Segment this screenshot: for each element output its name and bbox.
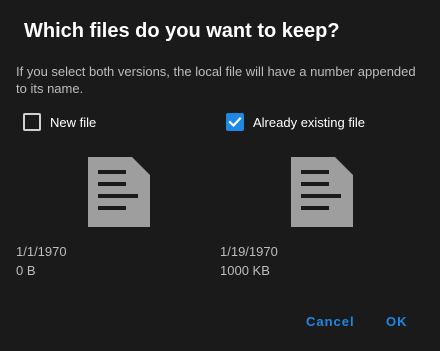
new-file-checkbox[interactable] xyxy=(23,113,41,131)
ok-button[interactable]: OK xyxy=(386,314,408,329)
existing-file-document-icon xyxy=(291,157,353,227)
cancel-button[interactable]: Cancel xyxy=(306,314,355,329)
new-file-size: 0 B xyxy=(16,263,36,278)
new-file-label: New file xyxy=(50,114,97,130)
existing-file-date: 1/19/1970 xyxy=(220,244,278,259)
dialog-title: Which files do you want to keep? xyxy=(24,20,340,42)
new-file-option[interactable]: New file xyxy=(23,111,96,133)
checkmark-icon xyxy=(228,116,242,128)
existing-file-size: 1000 KB xyxy=(220,263,270,278)
existing-file-label: Already existing file xyxy=(253,114,365,130)
conflict-dialog: Which files do you want to keep? If you … xyxy=(0,0,440,351)
dialog-message: If you select both versions, the local f… xyxy=(16,64,416,96)
existing-file-option[interactable]: Already existing file xyxy=(226,111,365,133)
new-file-document-icon xyxy=(88,157,150,227)
new-file-date: 1/1/1970 xyxy=(16,244,67,259)
existing-file-checkbox[interactable] xyxy=(226,113,244,131)
